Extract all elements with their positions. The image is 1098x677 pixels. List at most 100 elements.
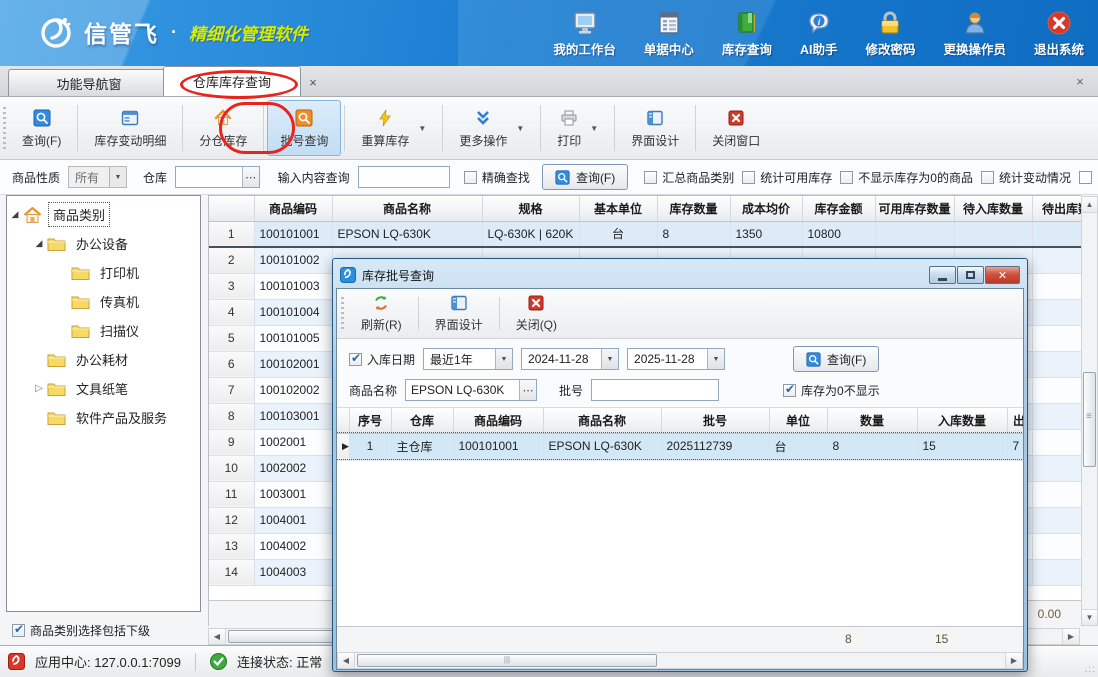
product-nature-label: 商品性质 xyxy=(12,169,60,186)
table-row[interactable]: 1 100101001 EPSON LQ-630K LQ-630K | 620K… xyxy=(209,221,1081,247)
minimize-button[interactable] xyxy=(929,266,956,284)
header-avail[interactable]: 可用库存数量 xyxy=(875,196,954,221)
warehouse-stock-button[interactable]: 分仓库存 xyxy=(186,100,260,156)
scroll-up-icon[interactable]: ▲ xyxy=(1082,197,1097,213)
include-sublevel-checkbox[interactable]: 商品类别选择包括下级 xyxy=(12,622,150,639)
batch-query-button[interactable]: 批号查询 xyxy=(267,100,341,156)
filter-query-button[interactable]: 查询(F) xyxy=(542,164,628,190)
tree-expander-icon[interactable] xyxy=(7,209,23,220)
header-batch-unit[interactable]: 单位 xyxy=(769,408,827,433)
header-code[interactable]: 商品编码 xyxy=(254,196,332,221)
menu-inventory-query[interactable]: 库存查询 xyxy=(718,8,776,60)
chevron-down-icon[interactable]: ▼ xyxy=(516,124,524,133)
date-filter-checkbox[interactable]: 入库日期 xyxy=(349,351,415,368)
header-unit[interactable]: 基本单位 xyxy=(579,196,657,221)
chevron-down-icon[interactable]: ▼ xyxy=(590,124,598,133)
header-qty[interactable]: 库存数量 xyxy=(657,196,730,221)
stat-change-checkbox[interactable]: 统计变动情况 xyxy=(981,169,1071,186)
summarize-category-checkbox[interactable]: 汇总商品类别 xyxy=(644,169,734,186)
dialog-titlebar[interactable]: 库存批号查询 ✕ xyxy=(336,262,1024,288)
ui-design-button[interactable]: 界面设计 xyxy=(618,100,692,156)
header-cost[interactable]: 成本均价 xyxy=(730,196,802,221)
tree-item[interactable]: 扫描仪 xyxy=(7,316,200,345)
tree-item[interactable]: 打印机 xyxy=(7,258,200,287)
date-from-select[interactable]: 2024-11-28 ▼ xyxy=(521,348,619,370)
stat-available-checkbox[interactable]: 统计可用库存 xyxy=(742,169,832,186)
ellipsis-picker-icon[interactable]: ⋯ xyxy=(242,167,259,187)
tree-item[interactable]: 文具纸笔 xyxy=(7,374,200,403)
menu-doc-center[interactable]: 单据中心 xyxy=(640,8,698,60)
dialog-query-button[interactable]: 查询(F) xyxy=(793,346,879,372)
menu-change-password[interactable]: 修改密码 xyxy=(861,8,919,60)
scroll-right-icon[interactable]: ▶ xyxy=(1005,653,1022,668)
tree-item[interactable]: 办公耗材 xyxy=(7,345,200,374)
chevron-down-icon[interactable]: ▼ xyxy=(601,349,618,369)
scroll-left-icon[interactable]: ◀ xyxy=(338,653,355,668)
tab-warehouse-stock-query[interactable]: 仓库库存查询 xyxy=(163,66,301,96)
tab-close-icon[interactable]: × xyxy=(305,74,321,90)
header-pending-in[interactable]: 待入库数量 xyxy=(954,196,1032,221)
header-rownum[interactable] xyxy=(209,196,254,221)
content-query-input[interactable] xyxy=(358,166,450,188)
menu-exit-system[interactable]: 退出系统 xyxy=(1030,8,1088,60)
chevron-down-icon[interactable]: ▼ xyxy=(418,124,426,133)
panel-close-icon[interactable]: × xyxy=(1072,73,1088,89)
header-in-qty[interactable]: 入库数量 xyxy=(917,408,1007,433)
tree-item[interactable]: 软件产品及服务 xyxy=(7,403,200,432)
resize-grip[interactable]: .:: xyxy=(1085,664,1096,675)
product-name-input[interactable]: EPSON LQ-630K ⋯ xyxy=(405,379,537,401)
tab-nav-window[interactable]: 功能导航窗 xyxy=(8,69,170,96)
header-spec[interactable]: 规格 xyxy=(482,196,579,221)
cutoff-checkbox[interactable] xyxy=(1079,171,1092,184)
close-window-button[interactable]: 关闭窗口 xyxy=(699,100,773,156)
hide-zero-stock-checkbox[interactable]: 不显示库存为0的商品 xyxy=(840,169,973,186)
tree-root-category[interactable]: 商品类别 xyxy=(7,200,200,229)
date-preset-select[interactable]: 最近1年 ▼ xyxy=(423,348,513,370)
menu-ai-assistant[interactable]: i AI助手 xyxy=(796,8,842,60)
header-warehouse[interactable]: 仓库 xyxy=(391,408,453,433)
chevron-down-icon[interactable]: ▼ xyxy=(495,349,512,369)
tree-item[interactable]: 办公设备 xyxy=(7,229,200,258)
warehouse-input[interactable]: ⋯ xyxy=(175,166,260,188)
menu-workbench[interactable]: 我的工作台 xyxy=(549,8,620,60)
maximize-button[interactable] xyxy=(957,266,984,284)
chevron-down-icon[interactable]: ▼ xyxy=(707,349,724,369)
header-out-qty[interactable]: 出库数量 xyxy=(1007,408,1023,433)
more-actions-button[interactable]: 更多操作 ▼ xyxy=(446,100,537,156)
ellipsis-picker-icon[interactable]: ⋯ xyxy=(519,380,536,400)
header-batch-qty[interactable]: 数量 xyxy=(827,408,917,433)
query-button[interactable]: 查询(F) xyxy=(9,100,74,156)
dialog-close-toolbar-button[interactable]: 关闭(Q) xyxy=(503,292,570,335)
print-button[interactable]: 打印 ▼ xyxy=(544,100,611,156)
scroll-left-icon[interactable]: ◀ xyxy=(209,629,226,644)
dialog-horizontal-scrollbar[interactable]: ◀ ▶ xyxy=(337,652,1023,669)
dialog-ui-design-button[interactable]: 界面设计 xyxy=(422,292,496,335)
header-name[interactable]: 商品名称 xyxy=(332,196,482,221)
recalc-stock-button[interactable]: 重算库存 ▼ xyxy=(348,100,439,156)
product-nature-select[interactable]: 所有 ▼ xyxy=(68,166,127,188)
main-vertical-scrollbar[interactable]: ▲ ▼ xyxy=(1081,196,1098,626)
batch-table-row[interactable]: 1 主仓库 100101001 EPSON LQ-630K 2025112739… xyxy=(337,433,1023,459)
header-batch-code[interactable]: 商品编码 xyxy=(453,408,543,433)
scrollbar-thumb[interactable] xyxy=(357,654,657,667)
header-amount[interactable]: 库存金额 xyxy=(802,196,875,221)
tree-expander-icon[interactable] xyxy=(31,238,47,249)
dialog-hide-zero-checkbox[interactable]: 库存为0不显示 xyxy=(783,382,880,399)
refresh-button[interactable]: 刷新(R) xyxy=(348,292,415,335)
batch-input[interactable] xyxy=(591,379,719,401)
header-pending-out[interactable]: 待出库数量 xyxy=(1032,196,1081,221)
header-batch-name[interactable]: 商品名称 xyxy=(543,408,661,433)
tree-item[interactable]: 传真机 xyxy=(7,287,200,316)
stock-change-detail-button[interactable]: 库存变动明细 xyxy=(81,100,179,156)
date-to-select[interactable]: 2025-11-28 ▼ xyxy=(627,348,725,370)
tree-expander-icon[interactable] xyxy=(31,383,47,394)
scroll-down-icon[interactable]: ▼ xyxy=(1082,609,1097,625)
exact-search-checkbox[interactable]: 精确查找 xyxy=(464,169,530,186)
chevron-down-icon[interactable]: ▼ xyxy=(109,167,126,187)
scrollbar-thumb[interactable] xyxy=(1083,372,1096,467)
menu-switch-operator[interactable]: 更换操作员 xyxy=(939,8,1010,60)
header-batch-no[interactable]: 批号 xyxy=(661,408,769,433)
scroll-right-icon[interactable]: ▶ xyxy=(1062,629,1079,644)
header-seq[interactable]: 序号 xyxy=(349,408,391,433)
dialog-close-button[interactable]: ✕ xyxy=(985,266,1020,284)
